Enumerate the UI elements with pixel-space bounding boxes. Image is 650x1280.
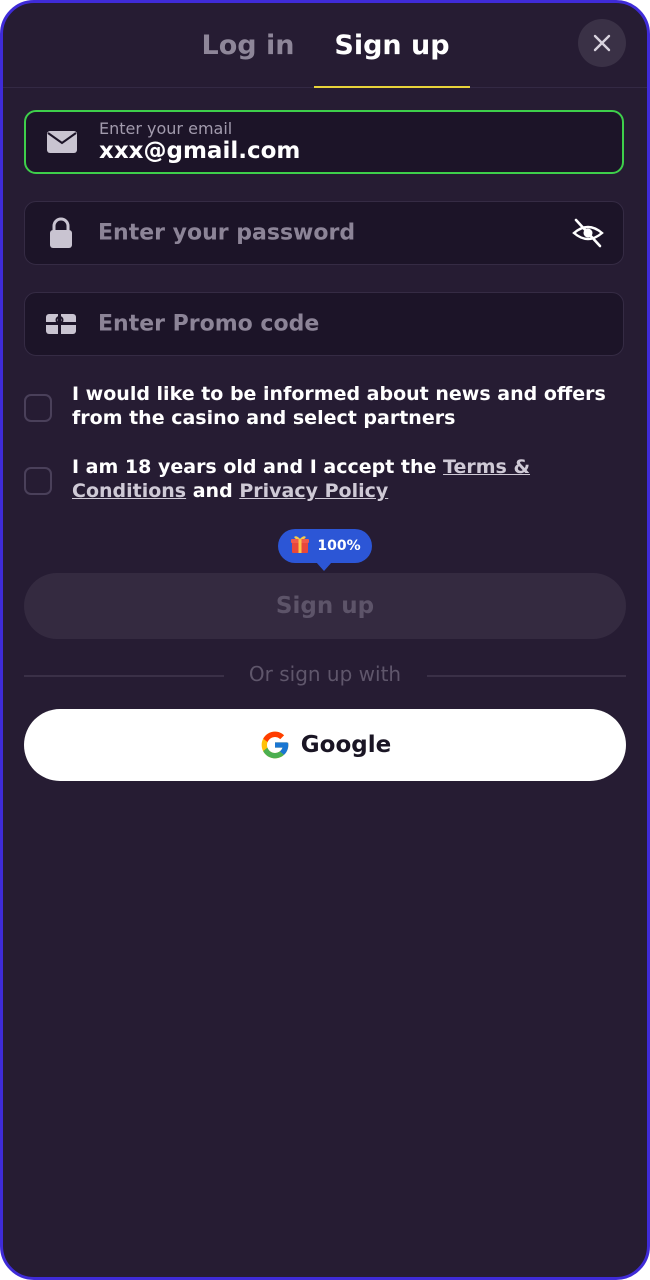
lock-icon — [45, 217, 77, 249]
eye-slash-icon[interactable] — [571, 216, 605, 250]
tab-signup-label: Sign up — [334, 29, 450, 61]
tab-login[interactable]: Log in — [193, 3, 303, 87]
google-signup-button[interactable]: Google — [24, 709, 626, 781]
bonus-value: 100% — [317, 538, 361, 554]
terms-prefix: I am 18 years old and I accept the — [72, 456, 444, 478]
email-input[interactable] — [99, 138, 539, 164]
bonus-badge: 100% — [278, 529, 372, 571]
divider-line-right — [427, 675, 626, 677]
tab-signup[interactable]: Sign up — [314, 3, 470, 88]
signup-button[interactable]: Sign up — [24, 573, 626, 639]
active-tab-indicator — [314, 86, 470, 88]
gift-icon — [289, 533, 311, 560]
gift-card-icon — [45, 308, 77, 340]
google-icon — [261, 731, 289, 759]
envelope-icon — [46, 126, 78, 158]
promo-placeholder: Enter Promo code — [98, 311, 320, 337]
close-button[interactable] — [578, 19, 626, 67]
news-checkbox[interactable] — [24, 394, 52, 422]
password-field[interactable]: Enter your password — [24, 201, 624, 265]
promo-field[interactable]: Enter Promo code — [24, 292, 624, 356]
modal-header: Log in Sign up — [3, 3, 647, 88]
signup-modal: Log in Sign up Enter your email xxx@gmai… — [0, 0, 650, 1280]
email-field[interactable]: Enter your email — [24, 110, 624, 174]
news-consent-text: I would like to be informed about news a… — [72, 383, 606, 429]
divider-text: Or sign up with — [248, 662, 402, 686]
close-icon — [593, 34, 611, 52]
divider-line-left — [24, 675, 224, 677]
email-label: Enter your email — [99, 119, 233, 138]
and-text: and — [186, 480, 240, 502]
terms-checkbox[interactable] — [24, 467, 52, 495]
password-placeholder: Enter your password — [98, 220, 356, 246]
privacy-link[interactable]: Privacy Policy — [239, 480, 388, 502]
google-label: Google — [300, 732, 392, 758]
terms-consent-text: I am 18 years old and I accept the Terms… — [72, 455, 622, 503]
